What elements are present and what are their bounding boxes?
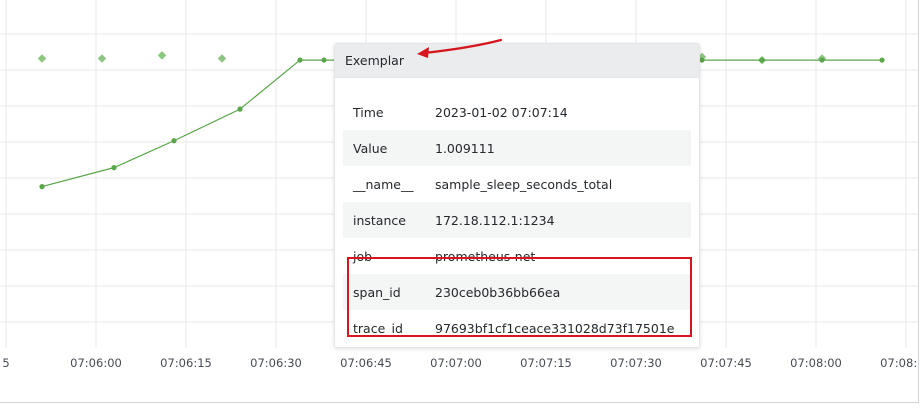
red-arrow-annotation [417,38,503,58]
label-key: Value [353,140,388,156]
data-point [699,57,705,63]
exemplar-point [217,54,227,63]
x-tick-label: 07:06:00 [70,356,122,370]
x-tick-label: 07:07:15 [520,356,572,370]
data-point [879,57,885,63]
data-point [171,138,177,144]
label-value: 172.18.112.1:1234 [435,212,555,228]
x-tick-label: 07:08:00 [790,356,842,370]
data-point [297,57,303,63]
label-key: instance [353,212,406,228]
x-tick-label: 07:07:30 [610,356,662,370]
table-row-name: __name__ sample_sleep_seconds_total [343,166,691,202]
data-point [39,184,45,190]
label-value: 1.009111 [435,140,495,156]
x-tick-label: 07:06:30 [250,356,302,370]
data-point [819,57,825,63]
data-point [111,165,117,171]
data-point [321,57,327,63]
table-row-time: Time 2023-01-02 07:07:14 [343,94,691,130]
x-tick-label: 07:07:00 [430,356,482,370]
label-value: sample_sleep_seconds_total [435,176,613,192]
exemplar-point [97,54,107,63]
label-key: Time [353,104,384,120]
table-row-value: Value 1.009111 [343,130,691,166]
exemplar-point [37,54,47,63]
highlight-box [347,257,692,337]
exemplar-point [157,51,167,60]
x-tick-label: 5 [2,356,9,370]
x-tick-label: 07:06:15 [160,356,212,370]
data-point [759,57,765,63]
x-tick-label: 07:07:45 [700,356,752,370]
label-value: 2023-01-02 07:07:14 [435,104,568,120]
x-tick-label: 07:06:45 [340,356,392,370]
x-tick-label: 07:08:15 [880,356,918,370]
tooltip-title: Exemplar [335,44,699,78]
table-row-instance: instance 172.18.112.1:1234 [343,202,691,238]
label-key: __name__ [353,176,414,192]
data-point [237,106,243,112]
